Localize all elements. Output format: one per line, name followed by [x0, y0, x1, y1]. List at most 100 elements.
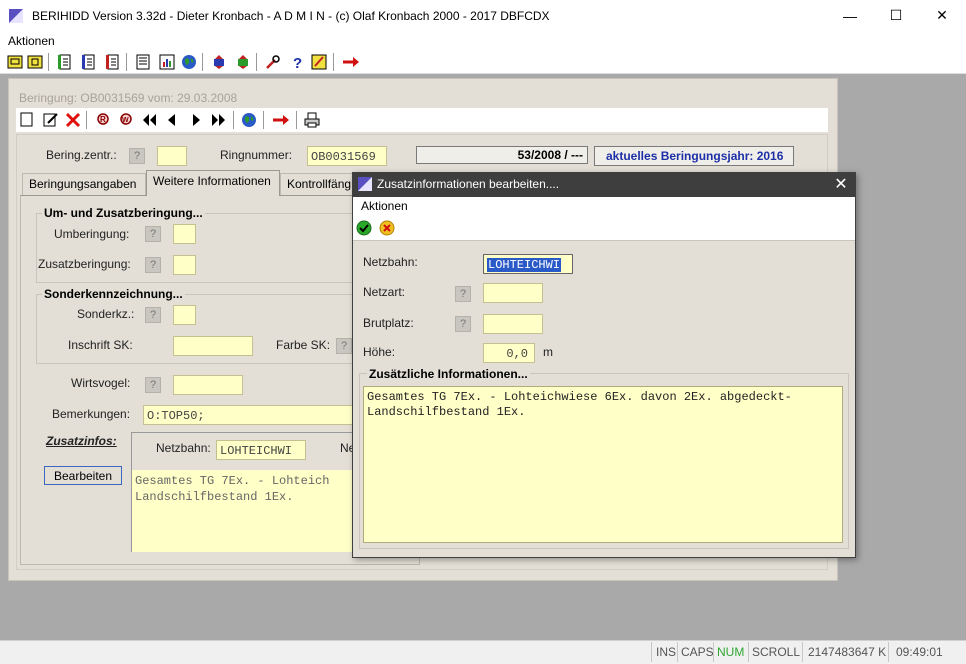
status-num: NUM: [717, 645, 745, 659]
card2-icon[interactable]: [25, 52, 45, 72]
tab-beringungsangaben[interactable]: Beringungsangaben: [22, 173, 146, 195]
dialog-close-button[interactable]: ✕: [830, 174, 852, 194]
close-button[interactable]: ✕: [919, 0, 965, 31]
status-memory: 2147483647 K: [808, 645, 887, 659]
dlg-netzart-field[interactable]: [483, 283, 543, 303]
netzbahn-preview-field: LOHTEICHWI: [216, 440, 306, 460]
menu-aktionen[interactable]: Aktionen: [8, 34, 55, 48]
sonderkz-lookup-button[interactable]: ?: [145, 307, 161, 323]
inschrift-label: Inschrift SK:: [68, 338, 133, 352]
minimize-icon: —: [843, 7, 857, 24]
chart-icon[interactable]: [157, 52, 177, 72]
dlg-notes-title: Zusätzliche Informationen...: [367, 367, 530, 381]
tools-icon[interactable]: [263, 52, 283, 72]
ber-zentr-field[interactable]: [157, 146, 187, 166]
last-icon[interactable]: [210, 110, 228, 130]
ber-zentr-lookup-button[interactable]: ?: [129, 148, 145, 164]
dlg-netzart-lookup-button[interactable]: ?: [455, 286, 471, 302]
edit-icon[interactable]: [309, 52, 329, 72]
ringnummer-label: Ringnummer:: [220, 148, 293, 162]
dlg-hoehe-field[interactable]: 0,0: [483, 343, 535, 363]
wirtsvogel-lookup-button[interactable]: ?: [145, 377, 161, 393]
maximize-icon: ☐: [889, 7, 903, 23]
search-icon[interactable]: R: [94, 110, 112, 130]
dlg-brutplatz-lookup-button[interactable]: ?: [455, 316, 471, 332]
bemerkungen-label: Bemerkungen:: [52, 407, 131, 421]
svg-text:W: W: [122, 117, 129, 124]
print-icon[interactable]: [303, 110, 321, 130]
wirtsvogel-label: Wirtsvogel:: [71, 376, 131, 390]
dlg-brutplatz-field[interactable]: [483, 314, 543, 334]
cancel-icon[interactable]: [379, 220, 395, 236]
list-green-icon[interactable]: [55, 52, 75, 72]
beringung-title: Beringung: OB0031569 vom: 29.03.2008: [19, 91, 238, 105]
menu-bar: [0, 31, 966, 50]
exit-arrow-icon[interactable]: [341, 52, 361, 72]
status-separator: [651, 642, 652, 662]
transfer-green-icon[interactable]: [233, 52, 253, 72]
umberingung-lookup-button[interactable]: ?: [145, 226, 161, 242]
maximize-button[interactable]: ☐: [873, 0, 919, 31]
notes-preview-field: Gesamtes TG 7Ex. - Lohteich Landschilfbe…: [132, 470, 354, 552]
document-icon[interactable]: [133, 52, 153, 72]
status-caps: CAPS: [681, 645, 714, 659]
minimize-button[interactable]: —: [827, 0, 873, 31]
bemerkungen-field[interactable]: O:TOP50;: [143, 405, 353, 425]
first-icon[interactable]: [140, 110, 158, 130]
delete-icon[interactable]: [64, 110, 82, 130]
dlg-notes-field[interactable]: Gesamtes TG 7Ex. - Lohteichwiese 6Ex. da…: [363, 386, 843, 543]
status-separator: [888, 642, 889, 662]
umberingung-field[interactable]: [173, 224, 196, 244]
toolbar-separator: [126, 53, 127, 71]
list-red-icon[interactable]: [103, 52, 123, 72]
dialog-menu-aktionen[interactable]: Aktionen: [361, 199, 408, 213]
sonderkz-label: Sonderkz.:: [77, 307, 135, 321]
zusatzberingung-field[interactable]: [173, 255, 196, 275]
dlg-netzart-label: Netzart:: [363, 285, 406, 299]
next-icon[interactable]: [188, 110, 206, 130]
toolbar-separator: [263, 111, 264, 129]
globe-icon[interactable]: [179, 52, 199, 72]
exit-arrow-icon[interactable]: [272, 110, 290, 130]
sonderkz-field[interactable]: [173, 305, 196, 325]
transfer-blue-icon[interactable]: [209, 52, 229, 72]
card-icon[interactable]: [5, 52, 25, 72]
status-separator: [713, 642, 714, 662]
dlg-netzbahn-field[interactable]: LOHTEICHWI: [483, 254, 573, 274]
tab-weitere-informationen[interactable]: Weitere Informationen: [146, 170, 280, 196]
um-zusatz-group: [36, 213, 356, 283]
prev-icon[interactable]: [162, 110, 180, 130]
tab-kontrollfaenge[interactable]: Kontrollfäng: [280, 173, 360, 195]
list-blue-icon[interactable]: [79, 52, 99, 72]
dlg-netzbahn-selection: LOHTEICHWI: [487, 258, 562, 272]
search-replace-icon[interactable]: W: [117, 110, 135, 130]
farbe-lookup-button[interactable]: ?: [336, 338, 352, 354]
toolbar-separator: [333, 53, 334, 71]
svg-text:?: ?: [293, 55, 302, 70]
new-icon[interactable]: [18, 110, 36, 130]
beringungsjahr-panel: aktuelles Beringungsjahr: 2016: [594, 146, 794, 166]
dialog-toolbar: [353, 216, 855, 241]
toolbar-separator: [48, 53, 49, 71]
status-ins: INS: [656, 645, 677, 659]
status-separator: [802, 642, 803, 662]
wirtsvogel-field[interactable]: [173, 375, 243, 395]
umberingung-label: Umberingung:: [54, 227, 130, 241]
bearbeiten-button[interactable]: Bearbeiten: [44, 466, 122, 485]
app-icon: [9, 9, 23, 23]
um-zusatz-group-title: Um- und Zusatzberingung...: [42, 206, 205, 220]
toolbar-separator: [202, 53, 203, 71]
dlg-netzbahn-label: Netzbahn:: [363, 255, 418, 269]
confirm-icon[interactable]: [356, 220, 372, 236]
edit-record-icon[interactable]: [42, 110, 60, 130]
farbe-label: Farbe SK:: [276, 338, 331, 352]
dlg-hoehe-label: Höhe:: [363, 345, 396, 359]
zusatzinfos-label: Zusatzinfos:: [46, 434, 117, 448]
zusatzberingung-lookup-button[interactable]: ?: [145, 257, 161, 273]
help-icon[interactable]: ?: [287, 52, 307, 72]
globe-icon[interactable]: [240, 110, 258, 130]
inschrift-field[interactable]: [173, 336, 253, 356]
dialog-title: Zusatzinformationen bearbeiten....: [377, 177, 560, 191]
window-title: BERIHIDD Version 3.32d - Dieter Kronbach…: [32, 9, 550, 23]
ringnummer-field[interactable]: OB0031569: [307, 146, 387, 166]
